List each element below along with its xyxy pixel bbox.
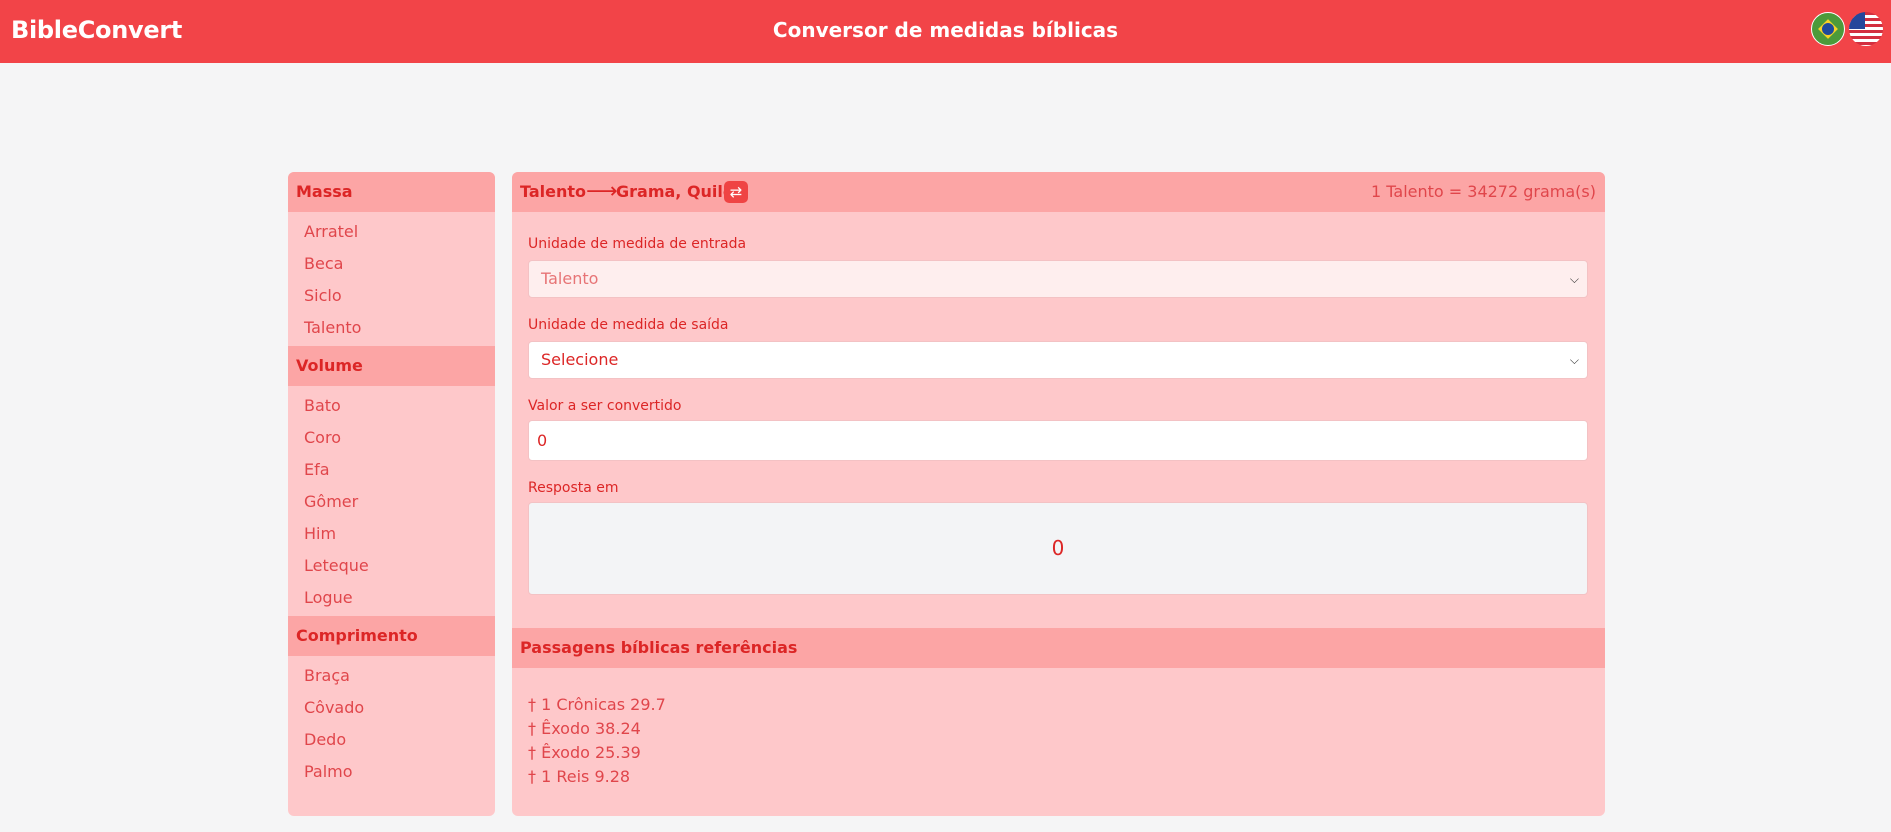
sidebar-item-coro[interactable]: Coro bbox=[288, 422, 495, 454]
references-title: Passagens bíblicas referências bbox=[512, 628, 1605, 668]
sidebar-item-palmo[interactable]: Palmo bbox=[288, 756, 495, 788]
top-navbar: BibleConvert Conversor de medidas bíblic… bbox=[0, 0, 1891, 63]
sidebar-item-gomer[interactable]: Gômer bbox=[288, 486, 495, 518]
reference-item[interactable]: † 1 Crônicas 29.7 bbox=[528, 693, 666, 717]
output-unit-select[interactable]: Selecione ⌵ bbox=[528, 341, 1588, 379]
reference-item[interactable]: † Êxodo 38.24 bbox=[528, 717, 666, 741]
right-arrow-icon: ⟶ bbox=[586, 179, 618, 204]
sidebar-group-comprimento: Comprimento bbox=[288, 616, 495, 656]
sidebar-item-dedo[interactable]: Dedo bbox=[288, 724, 495, 756]
value-label: Valor a ser convertido bbox=[528, 398, 682, 414]
sidebar-item-siclo[interactable]: Siclo bbox=[288, 280, 495, 312]
sidebar-item-him[interactable]: Him bbox=[288, 518, 495, 550]
reference-item[interactable]: † 1 Reis 9.28 bbox=[528, 765, 666, 789]
references-list: † 1 Crônicas 29.7 † Êxodo 38.24 † Êxodo … bbox=[528, 693, 666, 789]
chevron-down-icon: ⌵ bbox=[1569, 353, 1579, 367]
converter-header: Talento ⟶ Grama, Quilo ⇄ 1 Talento = 342… bbox=[512, 172, 1605, 212]
sidebar-list-comprimento: Braça Côvado Dedo Palmo bbox=[288, 656, 495, 790]
swap-button[interactable]: ⇄ bbox=[724, 181, 748, 203]
conversion-ratio: 1 Talento = 34272 grama(s) bbox=[1371, 182, 1596, 201]
converter-panel: Talento ⟶ Grama, Quilo ⇄ 1 Talento = 342… bbox=[512, 172, 1605, 816]
sidebar-item-covado[interactable]: Côvado bbox=[288, 692, 495, 724]
sidebar-group-volume: Volume bbox=[288, 346, 495, 386]
to-units-title: Grama, Quilo bbox=[616, 182, 734, 201]
output-unit-label: Unidade de medida de saída bbox=[528, 317, 729, 333]
chevron-down-icon: ⌵ bbox=[1569, 272, 1579, 286]
sidebar-item-leteque[interactable]: Leteque bbox=[288, 550, 495, 582]
result-output: 0 bbox=[528, 502, 1588, 595]
value-input[interactable]: 0 bbox=[528, 420, 1588, 461]
sidebar-item-beca[interactable]: Beca bbox=[288, 248, 495, 280]
units-sidebar: Massa Arratel Beca Siclo Talento Volume … bbox=[288, 172, 495, 816]
sidebar-item-bato[interactable]: Bato bbox=[288, 390, 495, 422]
output-unit-value: Selecione bbox=[541, 350, 619, 369]
reference-item[interactable]: † Êxodo 25.39 bbox=[528, 741, 666, 765]
result-label: Resposta em bbox=[528, 480, 619, 496]
sidebar-list-volume: Bato Coro Efa Gômer Him Leteque Logue bbox=[288, 386, 495, 616]
sidebar-list-massa: Arratel Beca Siclo Talento bbox=[288, 212, 495, 346]
flag-canton bbox=[1849, 12, 1865, 29]
sidebar-group-massa: Massa bbox=[288, 172, 495, 212]
input-unit-value: Talento bbox=[541, 269, 599, 288]
input-unit-label: Unidade de medida de entrada bbox=[528, 236, 747, 252]
sidebar-item-braca[interactable]: Braça bbox=[288, 660, 495, 692]
input-unit-select: Talento ⌵ bbox=[528, 260, 1588, 298]
flag-globe bbox=[1822, 23, 1834, 35]
sidebar-item-talento[interactable]: Talento bbox=[288, 312, 495, 344]
sidebar-item-efa[interactable]: Efa bbox=[288, 454, 495, 486]
page-title: Conversor de medidas bíblicas bbox=[772, 18, 1119, 42]
swap-arrows-icon: ⇄ bbox=[729, 183, 743, 201]
sidebar-item-logue[interactable]: Logue bbox=[288, 582, 495, 614]
usa-flag-icon[interactable] bbox=[1849, 12, 1883, 46]
sidebar-item-arratel[interactable]: Arratel bbox=[288, 216, 495, 248]
from-unit-title: Talento bbox=[520, 182, 587, 201]
brazil-flag-icon[interactable] bbox=[1811, 12, 1845, 46]
